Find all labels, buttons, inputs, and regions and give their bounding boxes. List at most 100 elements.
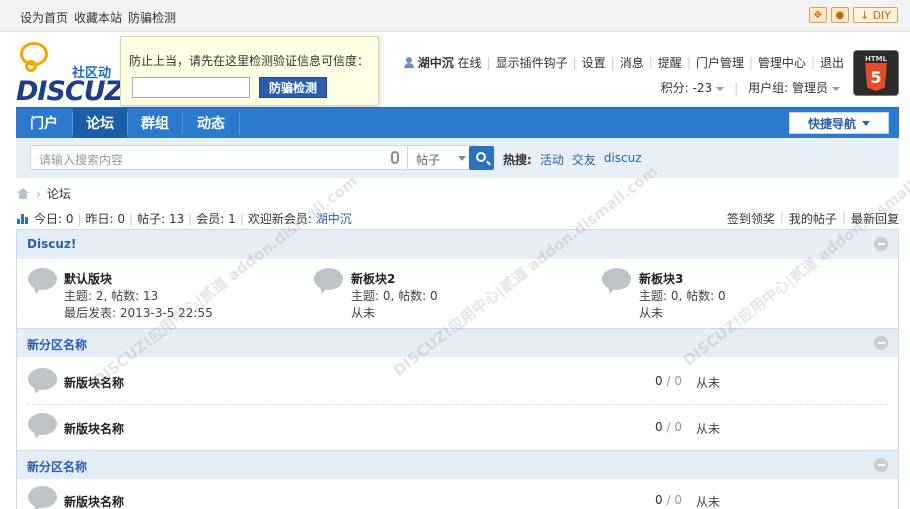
- forum-name[interactable]: 新版块名称: [64, 374, 124, 391]
- site-logo[interactable]: 社区动 DISCUZ: [16, 42, 124, 107]
- thread-count: 0: [655, 374, 663, 388]
- fraud-check-link[interactable]: 防骗检测: [128, 9, 176, 26]
- forum-bubble-icon[interactable]: [28, 368, 58, 395]
- separator: |: [648, 55, 653, 70]
- collapse-icon[interactable]: [874, 237, 888, 251]
- breadcrumb-current[interactable]: 论坛: [47, 185, 71, 202]
- forum-last-post[interactable]: 最后发表: 2013-3-5 22:55: [64, 304, 213, 321]
- forum-stats: 主题: 0, 帖数: 0: [639, 289, 726, 303]
- fraud-check-button[interactable]: 防骗检测: [259, 77, 327, 98]
- post-count: 0: [674, 420, 682, 434]
- separator: |: [734, 80, 739, 95]
- forum-name[interactable]: 新板块3: [639, 270, 683, 287]
- fraud-check-popup: 防止上当，请先在这里检测验证信息可信度： 防骗检测: [120, 36, 379, 106]
- separator: |: [188, 211, 193, 226]
- set-homepage-link[interactable]: 设为首页: [20, 9, 68, 26]
- forum-bubble-icon[interactable]: [28, 268, 58, 295]
- admin-center-link[interactable]: 管理中心: [758, 54, 806, 71]
- user-bar: 湖中沉 在线 | 显示插件钩子 | 设置 | 消息 | 提醒 | 门户管理 | …: [403, 54, 844, 71]
- html5-caption: HTML: [864, 55, 888, 63]
- row-divider: [27, 404, 888, 405]
- collapse-icon[interactable]: [874, 336, 888, 350]
- nav-item-feed[interactable]: 动态: [183, 108, 239, 138]
- forum-name[interactable]: 新板块2: [351, 270, 395, 287]
- forum-right-links: 签到领奖 | 我的帖子 | 最新回复: [727, 210, 899, 227]
- category-title[interactable]: 新分区名称: [27, 458, 87, 475]
- chevron-down-icon: [832, 86, 840, 91]
- separator: |: [129, 211, 134, 226]
- settings-link[interactable]: 设置: [582, 54, 606, 71]
- usergroup-dropdown[interactable]: 用户组: 管理员: [748, 79, 840, 96]
- forum-last-post: 从未: [696, 422, 721, 436]
- bookmark-link[interactable]: 收藏本站: [74, 9, 122, 26]
- stat-today: 今日: 0: [34, 212, 74, 226]
- style-icon[interactable]: ●: [830, 7, 849, 23]
- online-status[interactable]: 在线: [458, 54, 482, 71]
- search-box: 请输入搜索内容 帖子: [30, 145, 478, 170]
- stats-chart-icon[interactable]: [17, 213, 28, 224]
- separator: |: [77, 211, 82, 226]
- post-count: 0: [674, 493, 682, 507]
- forum-bubble-icon[interactable]: [28, 413, 58, 440]
- home-icon[interactable]: [17, 188, 30, 199]
- html5-shield-icon: 5: [865, 63, 887, 91]
- forum-name[interactable]: 新版块名称: [64, 420, 124, 437]
- separator: |: [572, 55, 577, 70]
- stat-welcome: 欢迎新会员:: [247, 212, 312, 226]
- forum-name[interactable]: 默认版块: [64, 270, 112, 287]
- search-icon: [475, 152, 486, 162]
- top-links: 设为首页 收藏本站 防骗检测: [20, 9, 176, 26]
- chevron-down-icon: [716, 86, 725, 91]
- forum-bubble-icon[interactable]: [602, 268, 632, 295]
- forum-last-post: 从未: [639, 306, 664, 320]
- hot-keyword[interactable]: discuz: [604, 151, 642, 168]
- forum-last-post: 从未: [696, 376, 721, 390]
- notifications-link[interactable]: 提醒: [658, 54, 682, 71]
- category-title[interactable]: Discuz!: [27, 237, 76, 251]
- nav-item-forum[interactable]: 论坛: [73, 108, 127, 138]
- points-dropdown[interactable]: 积分: -23: [660, 79, 725, 96]
- fullscreen-icon[interactable]: ✥: [808, 7, 827, 23]
- nav-item-portal[interactable]: 门户: [16, 108, 72, 138]
- category-title[interactable]: 新分区名称: [27, 336, 87, 353]
- top-tools: ✥ ● ↓ DIY: [808, 7, 898, 23]
- diy-button[interactable]: ↓ DIY: [852, 7, 898, 23]
- quick-nav-button[interactable]: 快捷导航: [789, 112, 889, 134]
- stat-posts: 帖子: 13: [137, 212, 185, 226]
- hot-keyword[interactable]: 活动: [540, 151, 564, 168]
- search-input[interactable]: 请输入搜索内容: [39, 151, 123, 168]
- post-count: 0: [674, 374, 682, 388]
- top-bar: 设为首页 收藏本站 防骗检测 ✥ ● ↓ DIY: [0, 0, 910, 32]
- username-link[interactable]: 湖中沉: [418, 54, 454, 71]
- forum-bubble-icon[interactable]: [28, 486, 58, 509]
- search-button[interactable]: [469, 146, 494, 170]
- fraud-check-input[interactable]: [132, 77, 250, 98]
- my-posts-link[interactable]: 我的帖子: [789, 210, 837, 227]
- portal-admin-link[interactable]: 门户管理: [696, 54, 744, 71]
- forum-counts: 0 / 0: [655, 420, 682, 434]
- forum-board: Discuz! 默认版块 主题: 2, 帖数: 13 最后发表: 2013-3-…: [16, 229, 899, 509]
- forum-last-post: 从未: [696, 495, 721, 509]
- forum-stats: 主题: 2, 帖数: 13: [64, 289, 159, 303]
- forum-name[interactable]: 新版块名称: [64, 493, 124, 509]
- plugin-hooks-link[interactable]: 显示插件钩子: [496, 54, 568, 71]
- collapse-icon[interactable]: [874, 458, 888, 472]
- checkin-link[interactable]: 签到领奖: [727, 210, 775, 227]
- separator: |: [810, 55, 815, 70]
- hot-keyword[interactable]: 交友: [572, 151, 596, 168]
- quick-nav-label: 快捷导航: [807, 116, 856, 131]
- new-member-link[interactable]: 湖中沉: [316, 210, 352, 227]
- latest-replies-link[interactable]: 最新回复: [851, 210, 899, 227]
- html5-badge: HTML 5: [865, 55, 887, 91]
- forum-bubble-icon[interactable]: [314, 268, 344, 295]
- stat-members: 会员: 1: [196, 212, 236, 226]
- messages-link[interactable]: 消息: [620, 54, 644, 71]
- search-type-select[interactable]: 帖子: [416, 151, 440, 168]
- chevron-down-icon: [458, 156, 466, 161]
- hot-search-label: 热搜:: [503, 153, 532, 167]
- logout-link[interactable]: 退出: [820, 54, 844, 71]
- points-label: 积分: -23: [660, 81, 713, 95]
- microphone-icon[interactable]: [391, 151, 399, 164]
- avatar[interactable]: HTML 5: [853, 50, 899, 96]
- nav-item-groups[interactable]: 群组: [128, 108, 182, 138]
